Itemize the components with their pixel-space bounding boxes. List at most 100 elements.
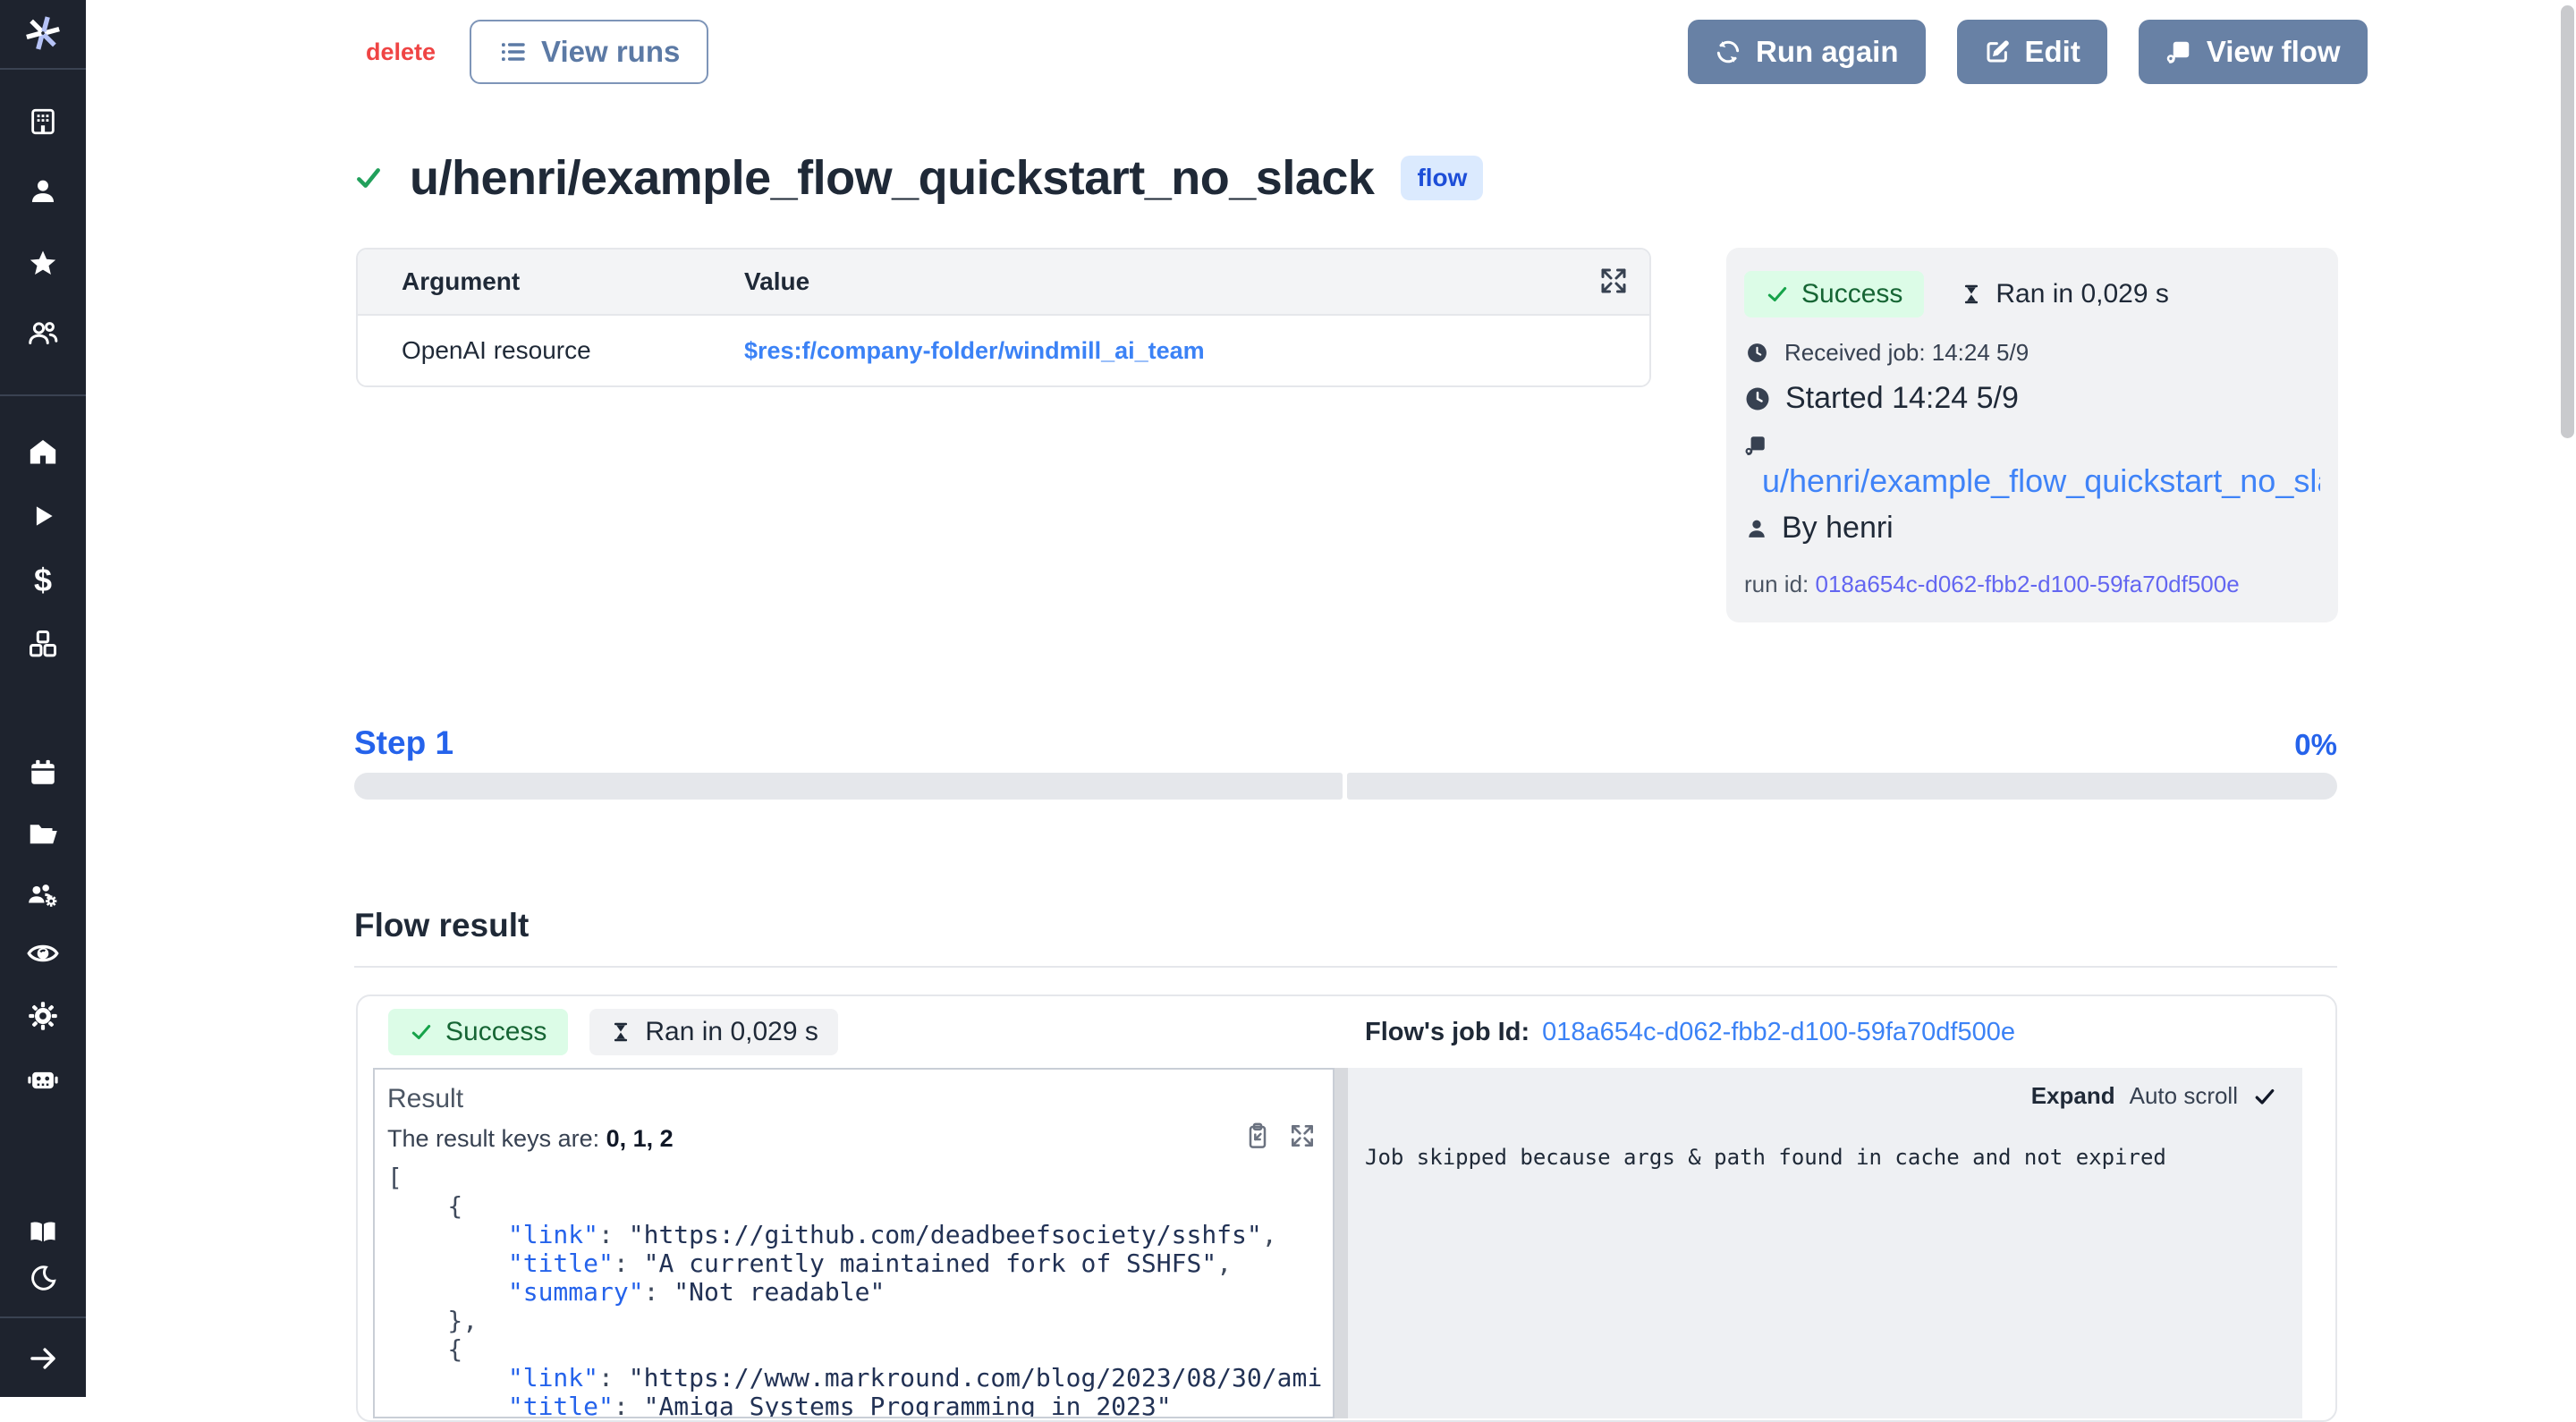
title-row: u/henri/example_flow_quickstart_no_slack… xyxy=(354,150,1483,206)
progress-bar xyxy=(354,773,2337,800)
sidebar-item-folders[interactable] xyxy=(23,817,63,851)
run-again-label: Run again xyxy=(1756,35,1899,69)
step-label[interactable]: Step 1 xyxy=(354,724,453,762)
log-text: Job skipped because args & path found in… xyxy=(1365,1145,2302,1170)
expand-icon[interactable] xyxy=(1288,1122,1317,1150)
status-row: Success Ran in 0,029 s xyxy=(1744,271,2320,317)
check-icon xyxy=(410,1020,433,1044)
toolbar-right: Run again Edit View flow xyxy=(1688,20,2368,84)
sidebar-item-runs[interactable] xyxy=(23,499,63,533)
panel-splitter-handle[interactable] xyxy=(1335,1068,1348,1418)
run-id-link[interactable]: 018a654c-d062-fbb2-d100-59fa70df500e xyxy=(1816,571,2240,597)
flow-result-heading: Flow result xyxy=(354,907,529,944)
sidebar-item-groups[interactable] xyxy=(23,877,63,911)
folder-open-icon xyxy=(27,817,59,850)
arguments-table-header: Argument Value xyxy=(358,250,1649,316)
received-job-row: Received job: 14:24 5/9 xyxy=(1744,339,2320,367)
sidebar-item-workers[interactable] xyxy=(23,1062,63,1096)
result-keys-line: The result keys are: 0, 1, 2 xyxy=(387,1125,1333,1153)
user-icon xyxy=(28,176,58,207)
flow-scroll-icon xyxy=(1744,434,1767,457)
user-group-icon xyxy=(27,317,59,350)
view-runs-button[interactable]: View runs xyxy=(470,20,708,84)
sidebar: $ xyxy=(0,0,86,1397)
result-panel-toolbar xyxy=(1243,1122,1317,1150)
log-expand-button[interactable]: Expand xyxy=(2031,1082,2115,1110)
log-panel: Expand Auto scroll Job skipped because a… xyxy=(1348,1068,2302,1418)
arguments-table: Argument Value OpenAI resource $res:f/co… xyxy=(356,248,1651,387)
run-duration-badge: Ran in 0,029 s xyxy=(589,1009,837,1055)
sidebar-item-users[interactable] xyxy=(23,317,63,351)
list-icon xyxy=(498,38,527,66)
sidebar-item-workspace[interactable] xyxy=(23,105,63,139)
windmill-logo-icon xyxy=(23,13,63,54)
windmill-logo-icon[interactable] xyxy=(23,16,63,50)
view-flow-button[interactable]: View flow xyxy=(2139,20,2368,84)
run-id-row: run id: 018a654c-d062-fbb2-d100-59fa70df… xyxy=(1744,571,2320,598)
flow-scroll-icon xyxy=(2165,38,2192,65)
run-duration: Ran in 0,029 s xyxy=(1960,279,2168,309)
person-icon xyxy=(1744,516,1769,541)
check-icon xyxy=(1766,283,1789,306)
log-controls: Expand Auto scroll xyxy=(2031,1082,2277,1110)
result-card-header: Success Ran in 0,029 s Flow's job Id: 01… xyxy=(358,996,2335,1068)
home-icon xyxy=(28,436,58,467)
delete-button[interactable]: delete xyxy=(366,38,436,66)
sidebar-item-dark-mode[interactable] xyxy=(23,1261,63,1295)
created-by-row: By henri xyxy=(1744,511,2320,546)
sidebar-divider xyxy=(0,394,86,396)
cubes-icon xyxy=(27,628,59,660)
sidebar-item-settings[interactable] xyxy=(23,999,63,1033)
edit-button[interactable]: Edit xyxy=(1957,20,2107,84)
calendar-icon xyxy=(28,758,58,788)
log-autoscroll-toggle[interactable]: Auto scroll xyxy=(2130,1082,2238,1110)
status-badge: Success xyxy=(1744,271,1924,317)
sidebar-item-favorites[interactable] xyxy=(23,246,63,280)
progress-percent: 0% xyxy=(2294,728,2337,762)
run-id-label: run id: xyxy=(1744,571,1809,597)
edit-label: Edit xyxy=(2025,35,2080,69)
play-icon xyxy=(28,501,58,531)
column-value: Value xyxy=(744,267,1649,296)
sidebar-item-home[interactable] xyxy=(23,435,63,469)
flow-job-id-link[interactable]: 018a654c-d062-fbb2-d100-59fa70df500e xyxy=(1542,1018,2015,1047)
sidebar-expand-button[interactable] xyxy=(23,1342,63,1375)
started-row: Started 14:24 5/9 xyxy=(1744,381,2320,416)
result-json-panel: Result The result keys are: 0, 1, 2 xyxy=(373,1068,1335,1418)
dollar-icon: $ xyxy=(34,564,52,597)
eye-icon xyxy=(27,937,59,969)
flow-result-card: Success Ran in 0,029 s Flow's job Id: 01… xyxy=(356,995,2337,1422)
table-row: OpenAI resource $res:f/company-folder/wi… xyxy=(358,316,1649,385)
result-json-code[interactable]: [ { "link": "https://github.com/deadbeef… xyxy=(387,1164,1333,1418)
star-icon xyxy=(28,248,58,278)
status-badge: Success xyxy=(388,1009,568,1055)
page-scrollbar-thumb[interactable] xyxy=(2561,5,2574,438)
user-group-gear-icon xyxy=(26,877,60,911)
sidebar-item-audit-logs[interactable] xyxy=(23,936,63,970)
run-info-panel: Success Ran in 0,029 s Received job: 14:… xyxy=(1726,248,2338,622)
result-card-body: Result The result keys are: 0, 1, 2 xyxy=(373,1068,2320,1418)
progress-segment-2 xyxy=(1347,773,2337,800)
flow-path-link[interactable]: u/henri/example_flow_quickstart_no_slack xyxy=(1744,462,2320,500)
gear-icon xyxy=(27,1000,59,1032)
sidebar-item-docs[interactable] xyxy=(23,1215,63,1248)
toolbar-left: delete View runs xyxy=(366,20,708,84)
hourglass-icon xyxy=(609,1020,632,1044)
flow-icon-row xyxy=(1744,434,2320,457)
view-runs-label: View runs xyxy=(541,35,680,69)
run-again-button[interactable]: Run again xyxy=(1688,20,1926,84)
sidebar-item-variables[interactable]: $ xyxy=(23,563,63,597)
sidebar-item-user[interactable] xyxy=(23,174,63,208)
flow-type-badge: flow xyxy=(1401,156,1483,200)
column-argument: Argument xyxy=(358,267,744,296)
flow-job-id-row: Flow's job Id: 018a654c-d062-fbb2-d100-5… xyxy=(1365,1018,2015,1047)
table-expand-icon[interactable] xyxy=(1597,265,1630,297)
flow-job-id-label: Flow's job Id: xyxy=(1365,1018,1530,1047)
check-icon[interactable] xyxy=(2252,1084,2277,1109)
argument-value-link[interactable]: $res:f/company-folder/windmill_ai_team xyxy=(744,337,1649,365)
page-title: u/henri/example_flow_quickstart_no_slack xyxy=(410,150,1374,206)
result-title: Result xyxy=(387,1084,1333,1114)
sidebar-item-resources[interactable] xyxy=(23,627,63,661)
sidebar-item-schedules[interactable] xyxy=(23,756,63,790)
copy-icon[interactable] xyxy=(1243,1122,1272,1150)
